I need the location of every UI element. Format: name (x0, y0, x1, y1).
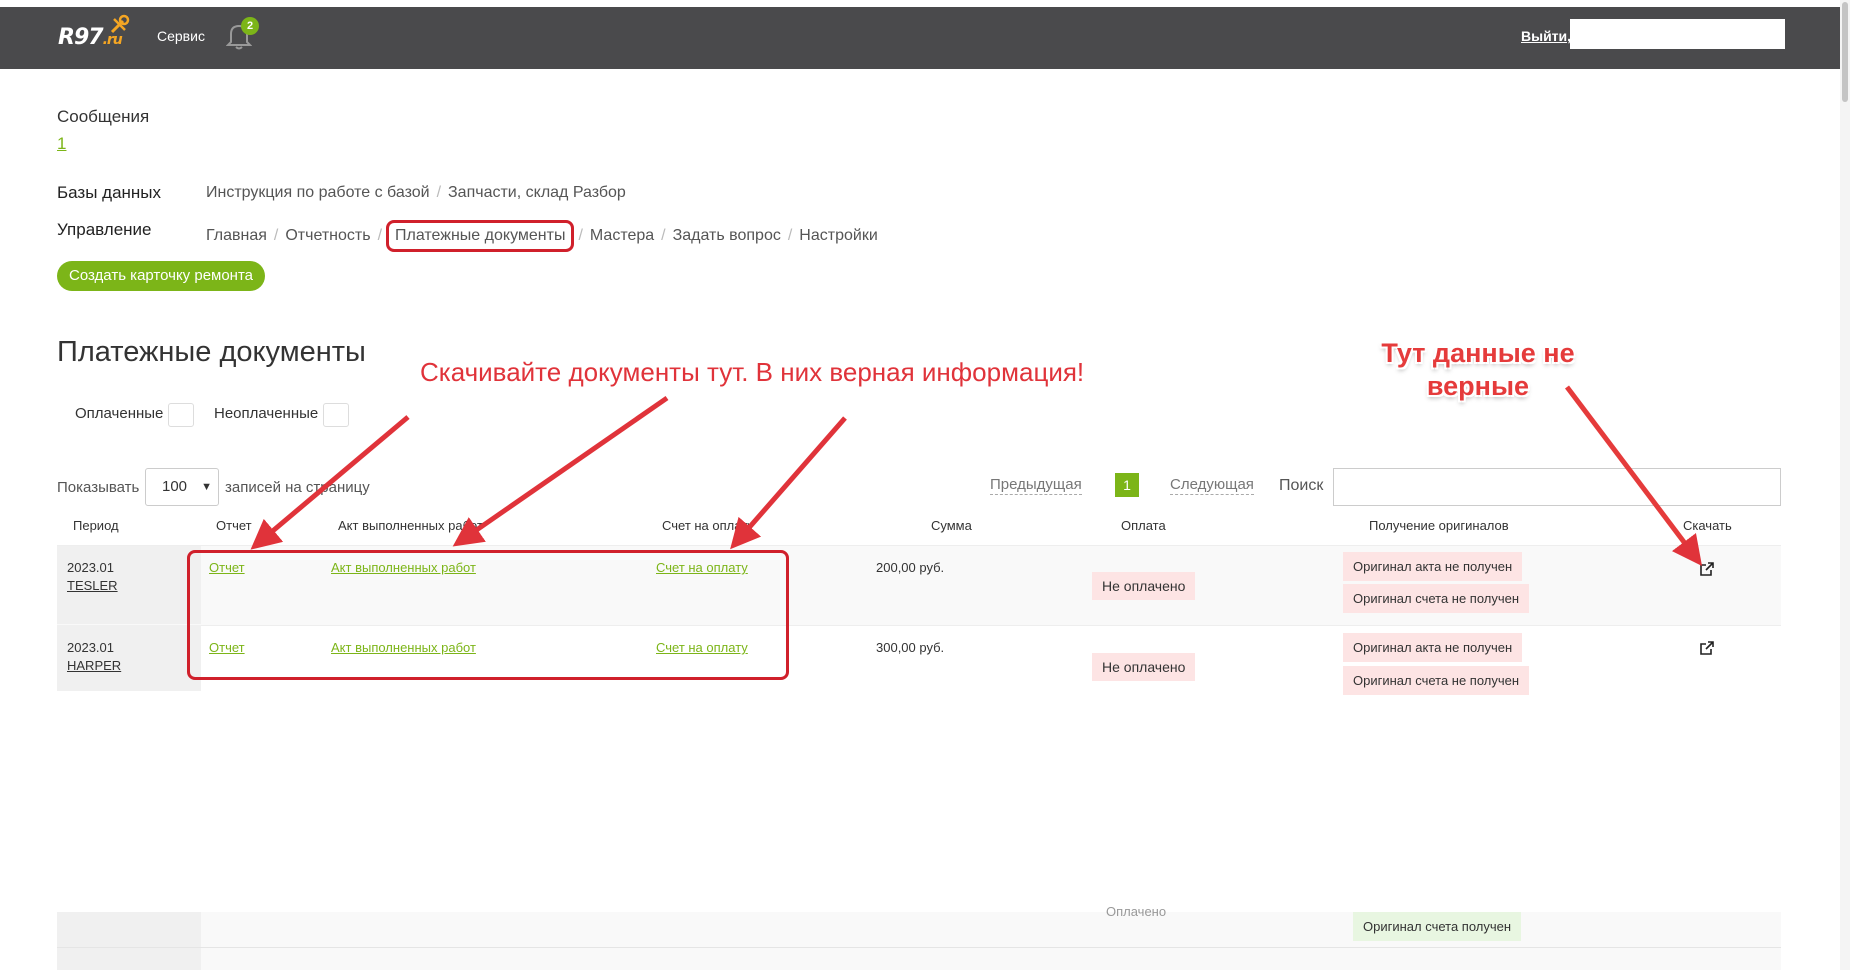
current-page-button[interactable]: 1 (1115, 473, 1139, 497)
logout-link[interactable]: Выйти, (1521, 28, 1571, 44)
user-name-box (1570, 19, 1785, 49)
payment-status-badge: Не оплачено (1092, 572, 1196, 600)
master-link[interactable]: HARPER (67, 658, 121, 673)
messages-title: Сообщения (57, 107, 150, 126)
mgmt-item-reports[interactable]: Отчетность (285, 227, 370, 244)
row-divider (57, 947, 1781, 948)
databases-label: Базы данных (57, 183, 162, 202)
search-input[interactable] (1333, 468, 1781, 506)
payment-status-paid: Оплачено (1106, 904, 1167, 919)
download-icon[interactable] (1700, 562, 1714, 576)
mgmt-item-ask[interactable]: Задать вопрос (673, 227, 781, 244)
period-value: 2023.01 (67, 560, 114, 575)
mgmt-item-payment-docs-highlight: Платежные документы (386, 220, 575, 252)
mgmt-item-masters[interactable]: Мастера (590, 227, 654, 244)
show-label: Показывать (57, 479, 140, 496)
arrow-act (452, 395, 669, 547)
col-period[interactable]: Период (73, 518, 119, 533)
annotation-highlight-frame (187, 550, 789, 680)
db-item-parts[interactable]: Запчасти, склад Разбор (448, 184, 626, 201)
management-breadcrumb: Главная / Отчетность / Платежные документы / М… (206, 220, 878, 252)
tools-icon (110, 14, 130, 34)
original-invoice-status: Оригинал счета не получен (1343, 584, 1530, 613)
page-title: Платежные документы (57, 336, 366, 368)
create-repair-card-button[interactable]: Создать карточку ремонта (57, 261, 266, 291)
payment-status-badge: Не оплачено (1092, 653, 1196, 681)
sum-value: 300,00 руб. (876, 640, 945, 655)
filter-paid-checkbox[interactable] (168, 403, 194, 427)
original-act-status: Оригинал акта не получен (1343, 552, 1523, 581)
mgmt-item-settings[interactable]: Настройки (799, 227, 877, 244)
period-cell (57, 912, 201, 970)
sum-value: 200,00 руб. (876, 560, 945, 575)
filter-unpaid-checkbox[interactable] (323, 403, 349, 427)
next-page-button[interactable]: Следующая (1170, 476, 1254, 495)
management-label: Управление (57, 220, 152, 239)
prev-page-button[interactable]: Предыдущая (990, 476, 1082, 495)
databases-breadcrumb: Инструкция по работе с базой / Запчасти, с… (206, 184, 626, 201)
notifications-badge: 2 (241, 17, 259, 35)
messages-count-link[interactable]: 1 (57, 134, 66, 154)
master-link[interactable]: TESLER (67, 578, 118, 593)
annotation-wrong-data: Тут данные не верные (1381, 338, 1575, 401)
col-originals[interactable]: Получение оригиналов (1369, 518, 1509, 533)
per-page-suffix: записей на страницу (225, 479, 370, 496)
mgmt-item-payment-docs[interactable]: Платежные документы (395, 227, 565, 244)
db-item-instruction[interactable]: Инструкция по работе с базой (206, 184, 430, 201)
filter-unpaid-label: Неоплаченные (214, 405, 319, 422)
arrow-invoice (730, 416, 847, 550)
col-invoice[interactable]: Счет на оплату (662, 518, 754, 533)
col-payment[interactable]: Оплата (1121, 518, 1166, 533)
search-label: Поиск (1279, 477, 1324, 494)
chevron-down-icon: ▼ (201, 481, 212, 493)
original-invoice-status: Оригинал счета не получен (1343, 666, 1530, 695)
filter-paid-label: Оплаченные (75, 405, 164, 422)
col-sum[interactable]: Сумма (931, 518, 972, 533)
mgmt-item-home[interactable]: Главная (206, 227, 267, 244)
original-act-status: Оригинал акта не получен (1343, 633, 1523, 662)
annotation-download-here: Скачивайте документы тут. В них верная и… (420, 357, 1085, 387)
period-value: 2023.01 (67, 640, 114, 655)
table-row-partial (57, 912, 1781, 970)
col-report[interactable]: Отчет (216, 518, 252, 533)
per-page-select[interactable]: 100 ▼ (145, 468, 219, 506)
col-download[interactable]: Скачать (1683, 518, 1732, 533)
nav-service[interactable]: Сервис (157, 28, 205, 44)
download-icon[interactable] (1700, 641, 1714, 655)
original-invoice-received: Оригинал счета получен (1353, 912, 1522, 941)
col-act[interactable]: Акт выполненных работ (338, 518, 483, 533)
scrollbar-thumb[interactable] (1842, 2, 1848, 102)
scrollbar[interactable] (1840, 0, 1850, 970)
